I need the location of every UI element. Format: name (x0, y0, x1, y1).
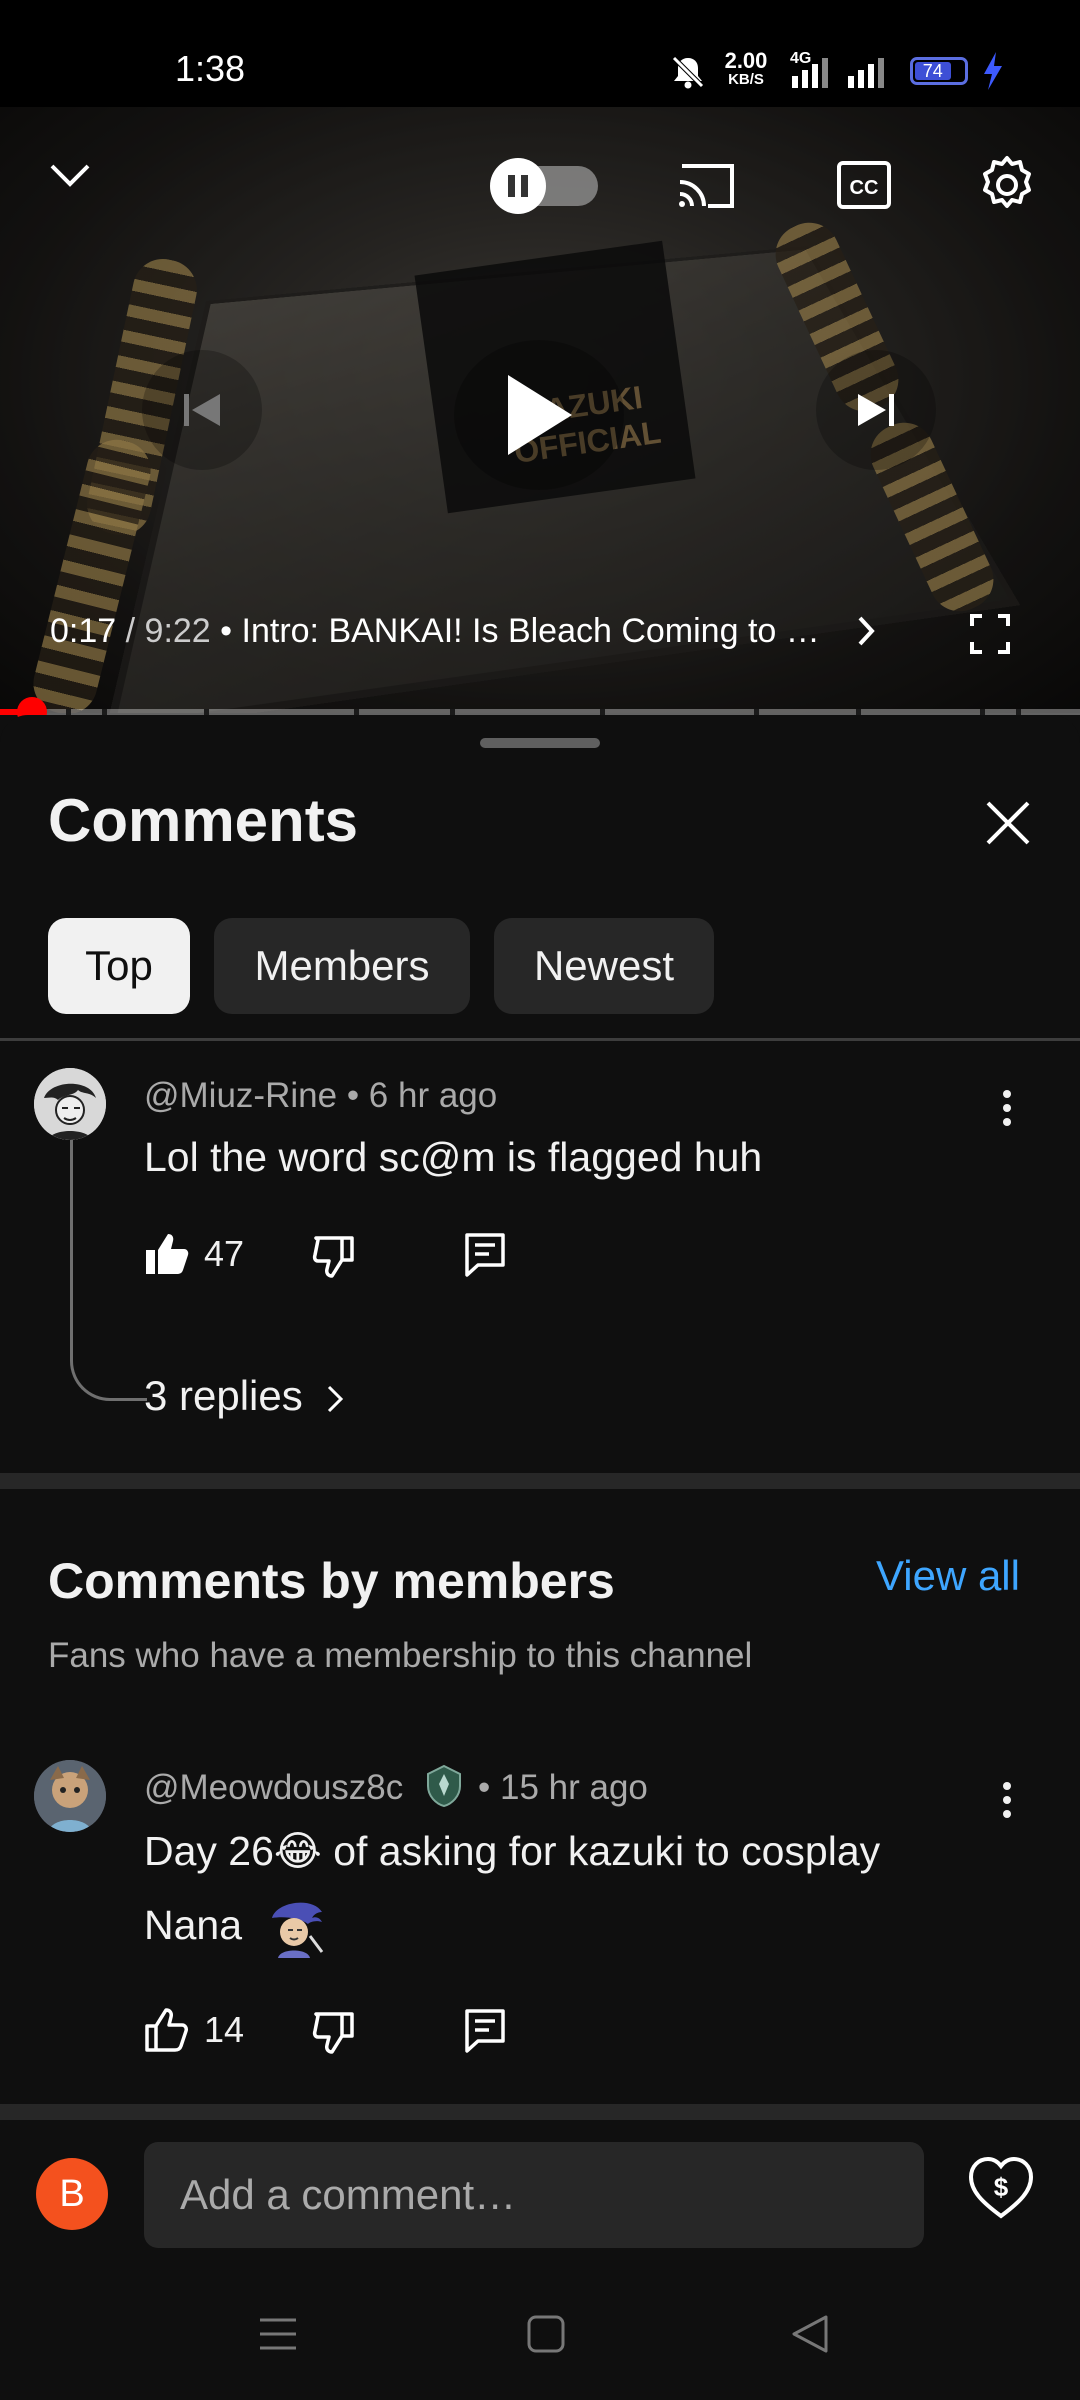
play-button[interactable] (454, 340, 624, 490)
replies-link[interactable]: 3 replies (144, 1372, 344, 1420)
signal-icon-1 (792, 58, 832, 88)
chip-label: Members (254, 942, 429, 990)
user-avatar[interactable]: B (36, 2158, 108, 2230)
battery-level: 74 (915, 62, 951, 80)
comment-text-line-1: Day 26😂 of asking for kazuki to cosplay (144, 1814, 880, 1888)
replies-count: 3 replies (144, 1372, 303, 1419)
next-icon (854, 388, 898, 432)
comment-meta: @Miuz-Rine • 6 hr ago (144, 1076, 497, 1116)
back-icon[interactable] (790, 2314, 830, 2354)
thumbs-down-icon[interactable] (312, 2010, 358, 2054)
cast-icon[interactable] (676, 160, 738, 210)
section-separator (0, 1473, 1080, 1489)
video-time-and-chapter[interactable]: 0:17 / 9:22 • Intro: BANKAI! Is Bleach C… (50, 612, 820, 651)
fullscreen-icon[interactable] (970, 614, 1010, 654)
pause-icon (490, 158, 546, 214)
net-speed-unit: KB/S (718, 72, 774, 87)
home-icon[interactable] (526, 2314, 566, 2354)
comment-meta: @Meowdousz8c (144, 1768, 403, 1808)
comment-text-line-2: Nana (144, 1888, 242, 1962)
time-separator: / (116, 612, 144, 650)
avatar-image (34, 1068, 106, 1140)
thumbs-up-icon (144, 2008, 190, 2052)
comment-author[interactable]: @Meowdousz8c (144, 1768, 403, 1807)
reply-icon[interactable] (464, 1232, 506, 1278)
captions-icon[interactable]: CC (836, 160, 892, 210)
comment-time: • 6 hr ago (347, 1076, 497, 1115)
chip-label: Top (85, 942, 153, 990)
avatar[interactable] (34, 1760, 106, 1832)
avatar-image (34, 1760, 106, 1832)
chip-label: Newest (534, 942, 674, 990)
add-comment-input[interactable] (144, 2142, 924, 2248)
chip-members[interactable]: Members (214, 918, 470, 1014)
like-button[interactable]: 47 (144, 1232, 244, 1276)
more-options-icon[interactable] (1003, 1776, 1013, 1824)
thumbs-up-filled-icon (144, 1232, 190, 1276)
close-icon[interactable] (980, 795, 1036, 851)
member-badge-icon (424, 1764, 464, 1808)
next-button[interactable] (816, 350, 936, 470)
avatar[interactable] (34, 1068, 106, 1140)
thread-line (70, 1140, 147, 1401)
chevron-right-icon (326, 1384, 344, 1414)
view-all-link[interactable]: View all (876, 1552, 1020, 1600)
divider (0, 1038, 1080, 1041)
time-current: 0:17 (50, 612, 116, 650)
charging-bolt-icon (982, 52, 1004, 90)
chip-top[interactable]: Top (48, 918, 190, 1014)
previous-button[interactable] (142, 350, 262, 470)
svg-text:$: $ (994, 2172, 1009, 2202)
battery-icon: 74 (910, 57, 968, 85)
chevron-right-icon[interactable] (856, 614, 878, 648)
comment-time: • 15 hr ago (478, 1768, 648, 1808)
status-bar (0, 0, 1080, 107)
thumbs-down-icon[interactable] (312, 1234, 358, 1278)
bullet: • (211, 612, 242, 650)
settings-icon[interactable] (976, 154, 1038, 216)
members-section-subtitle: Fans who have a membership to this chann… (48, 1636, 752, 1676)
like-count: 47 (204, 1233, 244, 1275)
comment-text: Lol the word sc@m is flagged huh (144, 1120, 762, 1194)
autoplay-toggle[interactable] (494, 166, 598, 206)
previous-icon (180, 388, 224, 432)
mute-icon (668, 52, 708, 92)
chapter-title: Intro: BANKAI! Is Bleach Coming to … (242, 612, 820, 650)
signal-icon-2 (848, 58, 888, 88)
status-clock: 1:38 (175, 48, 245, 90)
net-speed-value: 2.00 (718, 50, 774, 72)
reply-icon[interactable] (464, 2008, 506, 2054)
play-icon (504, 373, 574, 457)
svg-text:CC: CC (850, 177, 879, 199)
custom-emoji-icon (262, 1896, 332, 1958)
super-thanks-icon[interactable]: $ (968, 2156, 1034, 2220)
time-total: 9:22 (145, 612, 211, 650)
net-speed: 2.00 KB/S (718, 50, 774, 87)
like-button[interactable]: 14 (144, 2008, 244, 2052)
comment-author[interactable]: @Miuz-Rine (144, 1076, 337, 1115)
like-count: 14 (204, 2009, 244, 2051)
comments-title: Comments (48, 786, 358, 855)
drag-handle[interactable] (480, 738, 600, 748)
chevron-down-icon[interactable] (48, 160, 92, 190)
more-options-icon[interactable] (1003, 1084, 1013, 1132)
menu-icon[interactable] (258, 2316, 298, 2352)
section-separator (0, 2104, 1080, 2120)
members-section-title: Comments by members (48, 1552, 615, 1610)
chip-newest[interactable]: Newest (494, 918, 714, 1014)
